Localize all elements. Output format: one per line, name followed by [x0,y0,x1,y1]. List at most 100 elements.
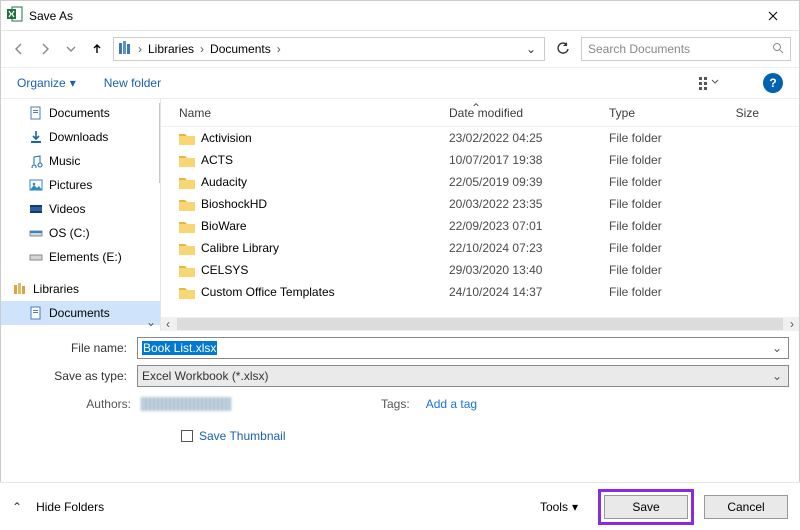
authors-label: Authors: [11,397,131,411]
file-type: File folder [609,263,719,277]
savetype-dropdown-icon[interactable]: ⌄ [768,366,786,386]
save-thumbnail-label[interactable]: Save Thumbnail [199,429,286,443]
folder-icon [179,154,195,167]
folder-icon [179,220,195,233]
file-date: 20/03/2022 23:35 [449,197,609,211]
file-name: BioWare [201,219,247,233]
folder-icon [179,132,195,145]
breadcrumb-bar[interactable]: › Libraries › Documents › ⌄ [113,37,545,61]
list-item[interactable]: Calibre Library 22/10/2024 07:23 File fo… [179,237,799,259]
nav-forward-button[interactable] [35,39,55,59]
tree-item-videos[interactable]: Videos [1,197,160,221]
tree-item-elements-e[interactable]: Elements (E:) [1,245,160,269]
col-type[interactable]: Type [609,106,719,120]
new-folder-button[interactable]: New folder [104,76,161,90]
authors-value-redacted[interactable] [141,397,231,411]
file-name-input[interactable]: Book List.xlsx ⌄ [137,337,789,359]
tree-label: Downloads [49,130,108,144]
dialog-footer: ⌃ Hide Folders Tools ▾ Save Cancel [0,482,800,530]
tree-item-music[interactable]: Music [1,149,160,173]
tree-label: Pictures [49,178,92,192]
column-headers[interactable]: ⌃ Name Date modified Type Size [161,99,799,127]
file-type: File folder [609,219,719,233]
file-name-label: File name: [11,341,131,355]
view-list-icon [699,76,719,90]
scroll-right-icon[interactable]: › [785,317,799,331]
tags-label: Tags: [381,397,410,411]
pictures-icon [29,178,43,192]
tree-item-pictures[interactable]: Pictures [1,173,160,197]
file-name: Calibre Library [201,241,279,255]
file-list[interactable]: Activision 23/02/2022 04:25 File folder … [161,127,799,317]
excel-app-icon [7,6,23,25]
save-button[interactable]: Save [604,495,688,519]
window-title: Save As [29,9,753,23]
file-date: 22/09/2023 07:01 [449,219,609,233]
file-name: Activision [201,131,252,145]
navpane-expand-chevron[interactable]: ⌄ [1,313,160,331]
crumb-libraries[interactable]: Libraries [146,42,196,56]
videos-icon [29,202,43,216]
filename-history-dropdown[interactable]: ⌄ [768,338,786,358]
breadcrumb-history-dropdown[interactable]: ⌄ [526,42,540,56]
file-name: CELSYS [201,263,248,277]
window-close-button[interactable] [753,2,793,30]
main-area: Documents Downloads Music Pictures Video… [1,99,799,331]
tree-label: Elements (E:) [49,250,122,264]
save-thumbnail-checkbox[interactable] [181,430,193,442]
nav-recent-dropdown[interactable] [61,39,81,59]
nav-up-button[interactable] [87,39,107,59]
libraries-icon [13,282,27,296]
file-date: 22/10/2024 07:23 [449,241,609,255]
search-input[interactable]: Search Documents [581,37,791,61]
list-item[interactable]: Audacity 22/05/2019 09:39 File folder [179,171,799,193]
tree-item-documents[interactable]: Documents [1,101,160,125]
save-type-select[interactable]: Excel Workbook (*.xlsx) ⌄ [137,365,789,387]
view-options-button[interactable] [695,73,723,93]
file-name: Audacity [201,175,247,189]
tree-item-os-c[interactable]: OS (C:) [1,221,160,245]
help-button[interactable]: ? [763,73,783,93]
tree-label: Videos [49,202,85,216]
search-placeholder: Search Documents [588,42,772,56]
cancel-button[interactable]: Cancel [704,495,788,519]
dropdown-caret-icon: ▾ [572,500,578,514]
list-item[interactable]: BioWare 22/09/2023 07:01 File folder [179,215,799,237]
list-item[interactable]: BioshockHD 20/03/2022 23:35 File folder [179,193,799,215]
file-name: Custom Office Templates [201,285,335,299]
tools-menu[interactable]: Tools ▾ [540,500,578,514]
organize-button[interactable]: Organize ▾ [17,76,76,90]
drive-icon [29,226,43,240]
tree-item-downloads[interactable]: Downloads [1,125,160,149]
save-type-value: Excel Workbook (*.xlsx) [142,369,268,383]
tree-group-libraries[interactable]: Libraries [1,277,160,301]
add-tag-button[interactable]: Add a tag [426,397,477,411]
scroll-track[interactable] [177,318,783,330]
folder-icon [179,176,195,189]
dropdown-caret-icon: ▾ [70,76,76,90]
file-date: 24/10/2024 14:37 [449,285,609,299]
navigation-pane[interactable]: Documents Downloads Music Pictures Video… [1,99,161,331]
folder-icon [179,198,195,211]
tools-label: Tools [540,500,568,514]
hide-folders-button[interactable]: Hide Folders [36,500,104,514]
nav-back-button[interactable] [9,39,29,59]
crumb-documents[interactable]: Documents [208,42,273,56]
tree-label: Libraries [33,282,79,296]
list-item[interactable]: ACTS 10/07/2017 19:38 File folder [179,149,799,171]
file-date: 29/03/2020 13:40 [449,263,609,277]
save-button-highlight: Save [598,489,694,525]
list-item[interactable]: CELSYS 29/03/2020 13:40 File folder [179,259,799,281]
close-icon [768,11,778,21]
file-name: BioshockHD [201,197,267,211]
col-size[interactable]: Size [719,106,759,120]
list-item[interactable]: Activision 23/02/2022 04:25 File folder [179,127,799,149]
scroll-left-icon[interactable]: ‹ [161,317,175,331]
list-item[interactable]: Custom Office Templates 24/10/2024 14:37… [179,281,799,303]
col-name[interactable]: Name [179,106,449,120]
sort-indicator-icon: ⌃ [471,101,481,115]
refresh-button[interactable] [551,37,575,61]
horizontal-scrollbar[interactable]: ‹ › [161,317,799,331]
save-form: File name: Book List.xlsx ⌄ Save as type… [1,331,799,443]
folder-icon [179,286,195,299]
